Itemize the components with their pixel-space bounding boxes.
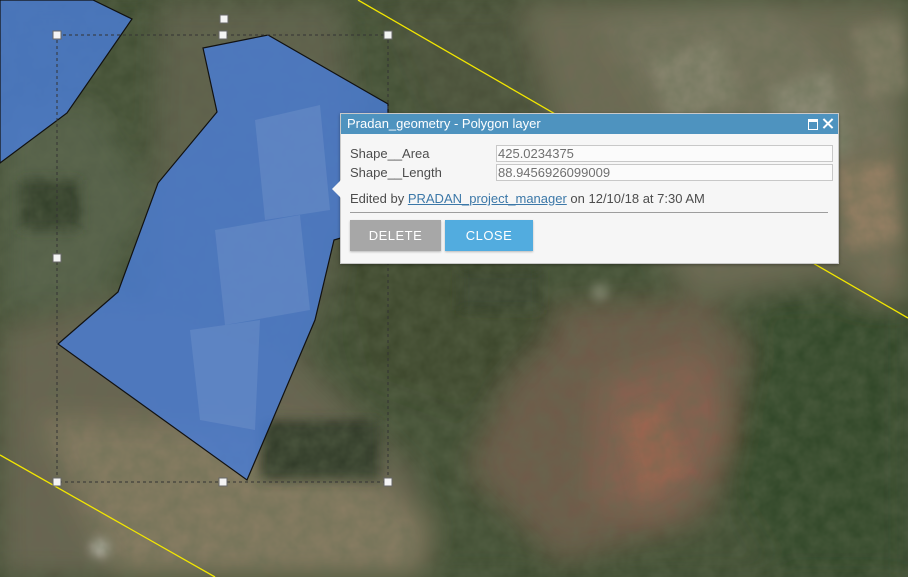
editor-user-link[interactable]: PRADAN_project_manager <box>408 191 567 206</box>
divider <box>350 212 828 213</box>
edit-info: Edited by PRADAN_project_manager on 12/1… <box>350 191 833 206</box>
shape-area-field[interactable]: 425.0234375 <box>496 144 833 162</box>
feature-popup: Pradan_geometry - Polygon layer Shape__A… <box>332 113 839 264</box>
close-button[interactable]: CLOSE <box>445 220 533 251</box>
resize-handle-top[interactable] <box>218 30 228 40</box>
resize-handle-bottom-right[interactable] <box>383 477 393 487</box>
popup-pointer <box>332 180 341 198</box>
resize-handle-bottom[interactable] <box>218 477 228 487</box>
attribute-label: Shape__Length <box>350 164 442 180</box>
edited-prefix: Edited by <box>350 191 408 206</box>
resize-handle-left[interactable] <box>52 253 62 263</box>
popup-actions: DELETE CLOSE <box>350 220 833 251</box>
edited-suffix: on 12/10/18 at 7:30 AM <box>566 191 705 206</box>
popup-header: Pradan_geometry - Polygon layer <box>341 114 838 134</box>
resize-handle-bottom-left[interactable] <box>52 477 62 487</box>
attribute-row-shape-area: Shape__Area 425.0234375 <box>350 144 833 162</box>
popup-body: Shape__Area 425.0234375 Shape__Length 88… <box>341 134 838 251</box>
maximize-icon[interactable] <box>806 116 820 131</box>
shape-length-field[interactable]: 88.9456926099009 <box>496 163 833 181</box>
attribute-label: Shape__Area <box>350 145 430 161</box>
attribute-row-shape-length: Shape__Length 88.9456926099009 <box>350 163 833 181</box>
resize-handle-top-right[interactable] <box>383 30 393 40</box>
resize-handle-top-left[interactable] <box>52 30 62 40</box>
rotate-handle[interactable] <box>219 14 229 24</box>
delete-button[interactable]: DELETE <box>350 220 441 251</box>
close-icon[interactable] <box>821 116 835 131</box>
popup-title: Pradan_geometry - Polygon layer <box>347 116 541 131</box>
map-canvas[interactable] <box>0 0 908 577</box>
satellite-map[interactable] <box>0 0 908 577</box>
